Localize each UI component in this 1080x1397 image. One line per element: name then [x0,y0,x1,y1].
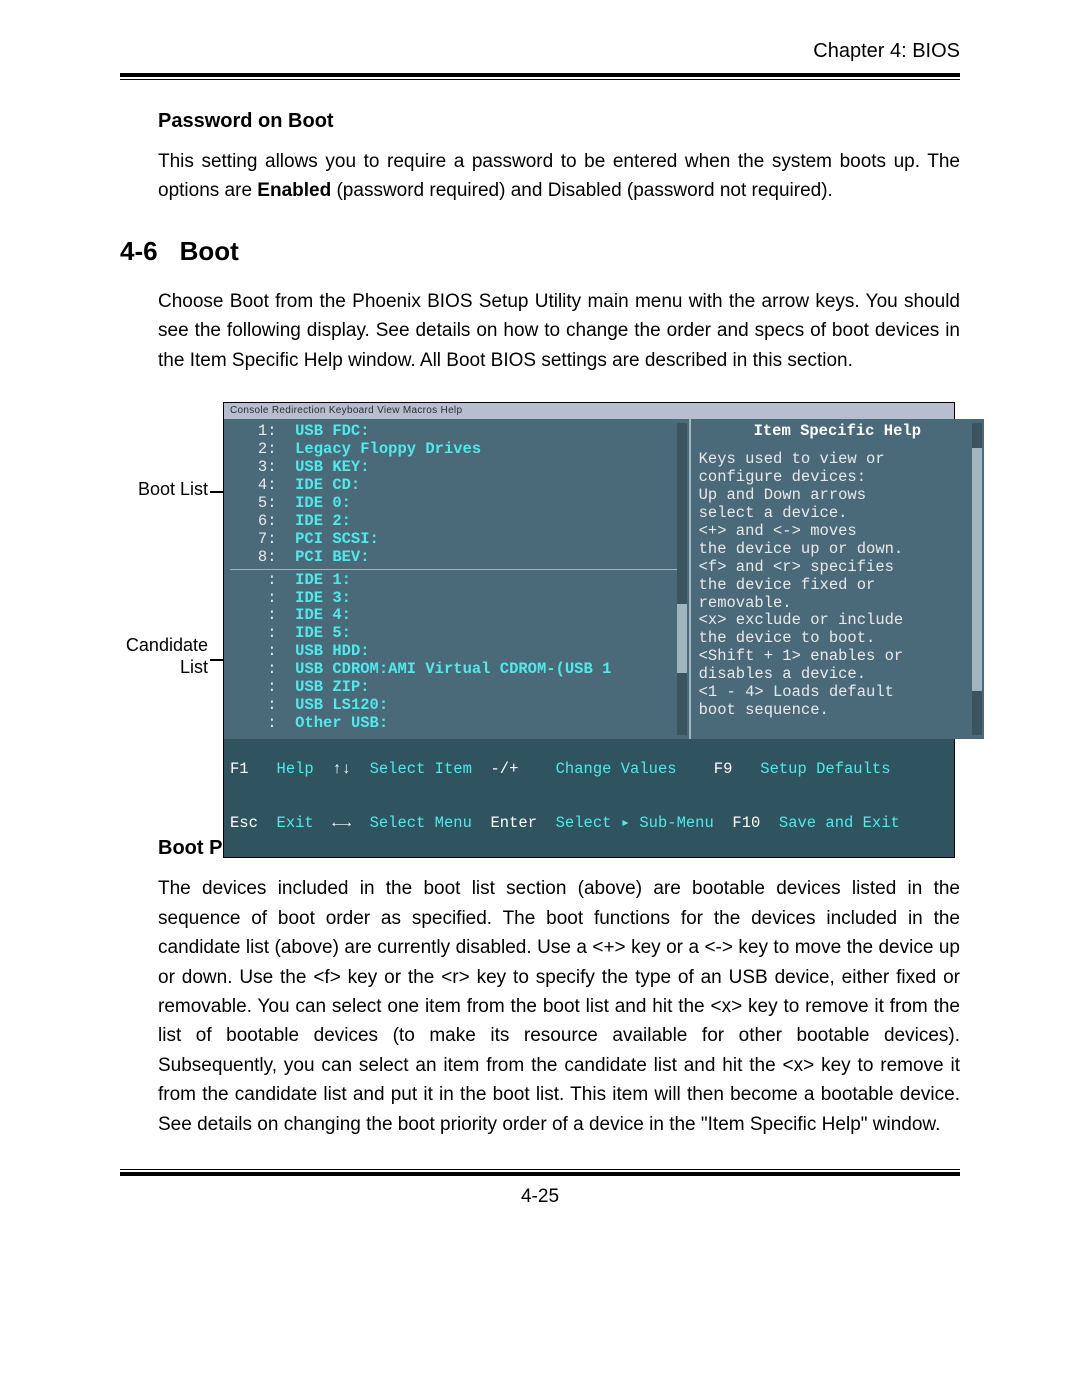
paragraph-password-on-boot: This setting allows you to require a pas… [158,147,960,206]
bios-help-line: <x> exclude or include [699,612,976,630]
text-bold-enabled: Enabled [257,180,331,201]
key-f9: F9 [714,760,733,778]
bios-candidate-item[interactable]: : IDE 4: [230,607,683,625]
bios-body: 1: USB FDC: 2: Legacy Floppy Drives 3: U… [224,419,954,739]
key-enter: Enter [491,814,538,832]
bios-candidate-item[interactable]: : IDE 1: [230,572,683,590]
bios-footer: F1 Help ↑↓ Select Item -/+ Change Values… [224,739,954,857]
key-f1: F1 [230,760,249,778]
section-title-boot: 4-6 Boot [120,236,960,267]
page-number: 4-25 [120,1186,960,1208]
bios-candidate-item[interactable]: : USB HDD: [230,643,683,661]
bios-boot-list: 1: USB FDC: 2: Legacy Floppy Drives 3: U… [230,423,683,567]
bios-help-line: disables a device. [699,666,976,684]
paragraph-boot-intro: Choose Boot from the Phoenix BIOS Setup … [158,287,960,375]
bios-candidate-list: : IDE 1: : IDE 3: : IDE 4: : IDE 5: : US… [230,572,683,734]
bios-help-line: select a device. [699,505,976,523]
action-change-values: Change Values [556,760,677,778]
footer-rule-thick [120,1172,960,1176]
text-run: List [180,657,208,677]
scrollbar-thumb[interactable] [677,604,687,673]
action-exit: Exit [277,814,314,832]
section-name: Boot [180,236,239,266]
bios-candidate-item[interactable]: : USB ZIP: [230,679,683,697]
bios-boot-item[interactable]: 8: PCI BEV: [230,549,683,567]
action-select-item: Select Item [370,760,472,778]
bios-boot-item[interactable]: 2: Legacy Floppy Drives [230,441,683,459]
document-page: Chapter 4: BIOS Password on Boot This se… [0,0,1080,1397]
action-select-menu: Select Menu [370,814,472,832]
bios-boot-item[interactable]: 6: IDE 2: [230,513,683,531]
bios-candidate-item[interactable]: : USB LS120: [230,697,683,715]
key-esc: Esc [230,814,258,832]
bios-boot-item[interactable]: 7: PCI SCSI: [230,531,683,549]
header-rule-thick [120,73,960,77]
bios-help-line: <f> and <r> specifies [699,559,976,577]
bios-boot-item[interactable]: 1: USB FDC: [230,423,683,441]
heading-password-on-boot: Password on Boot [158,110,960,133]
key-arrows-horiz-icon: ←→ [332,814,351,832]
bios-boot-item[interactable]: 3: USB KEY: [230,459,683,477]
bios-help-line: the device up or down. [699,541,976,559]
bios-boot-item[interactable]: 5: IDE 0: [230,495,683,513]
bios-boot-item[interactable]: 4: IDE CD: [230,477,683,495]
bios-divider [230,569,683,570]
bios-help-line: <+> and <-> moves [699,523,976,541]
action-setup-defaults: Setup Defaults [760,760,890,778]
bios-help-line: Keys used to view or [699,451,976,469]
bios-footer-row: F1 Help ↑↓ Select Item -/+ Change Values… [230,743,948,797]
bios-candidate-item[interactable]: : IDE 3: [230,590,683,608]
bios-left-pane: 1: USB FDC: 2: Legacy Floppy Drives 3: U… [224,419,689,739]
text-run: (password required) and Disabled (passwo… [331,180,833,201]
scrollbar[interactable] [972,423,982,735]
bios-help-line: configure devices: [699,469,976,487]
text-run: Candidate [126,635,208,655]
bios-window: Console Redirection Keyboard View Macros… [224,403,954,857]
bios-help-pane: Item Specific Help Keys used to view orc… [689,419,984,739]
footer-rule-thin [120,1169,960,1170]
bios-help-line: removable. [699,595,976,613]
bios-menubar: Console Redirection Keyboard View Macros… [224,403,954,419]
chapter-header: Chapter 4: BIOS [120,40,960,69]
bios-help-text: Keys used to view orconfigure devices:Up… [699,451,976,721]
key-f10: F10 [732,814,760,832]
paragraph-boot-priority: The devices included in the boot list se… [158,874,960,1139]
bios-help-line: the device fixed or [699,577,976,595]
action-help: Help [277,760,314,778]
scrollbar[interactable] [677,423,687,735]
action-select-submenu: Select ▸ Sub-Menu [556,814,714,832]
callout-candidate-list: Candidate List [108,635,208,678]
bios-help-line: Up and Down arrows [699,487,976,505]
bios-help-line: boot sequence. [699,702,976,720]
bios-candidate-item[interactable]: : Other USB: [230,715,683,733]
callout-boot-list: Boot List [108,479,208,500]
bios-candidate-item[interactable]: : USB CDROM:AMI Virtual CDROM-(USB 1 [230,661,683,679]
section-number: 4-6 [120,236,158,266]
header-rule-thin [120,79,960,80]
bios-candidate-item[interactable]: : IDE 5: [230,625,683,643]
scrollbar-thumb[interactable] [972,448,982,692]
key-plusminus: -/+ [491,760,519,778]
bios-help-line: the device to boot. [699,630,976,648]
key-arrows-vert-icon: ↑↓ [332,760,351,778]
action-save-exit: Save and Exit [779,814,900,832]
bios-figure: Boot List Candidate List Console Redirec… [120,403,960,803]
bios-footer-row: Esc Exit ←→ Select Menu Enter Select ▸ S… [230,797,948,851]
bios-help-line: <Shift + 1> enables or [699,648,976,666]
bios-help-line: <1 - 4> Loads default [699,684,976,702]
bios-help-title: Item Specific Help [699,423,976,441]
